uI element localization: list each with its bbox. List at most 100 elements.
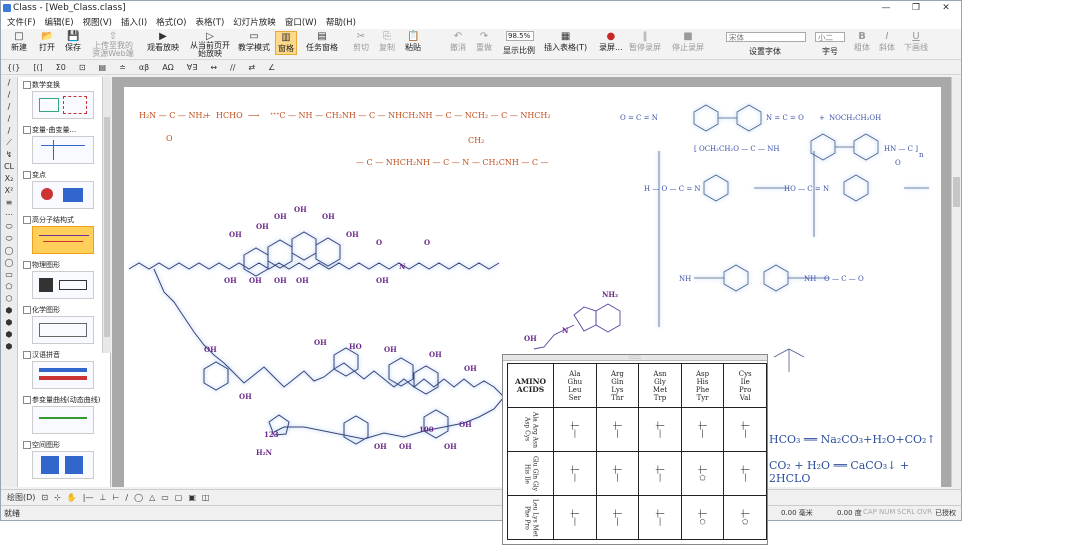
gallery-thumbnail[interactable] xyxy=(32,451,94,479)
menu-format[interactable]: 格式(O) xyxy=(156,16,186,28)
cl-tool-icon[interactable]: CL xyxy=(1,161,17,173)
pane-button[interactable]: ▥ 窗格 xyxy=(275,31,297,55)
angle-tool[interactable]: ∠ xyxy=(268,63,275,72)
slideshow-current-button[interactable]: ▷ 从当前页开始放映 xyxy=(188,31,232,58)
paste-button[interactable]: 📋 粘贴 xyxy=(405,31,421,53)
reaction-arrow-tool[interactable]: ⇄ xyxy=(248,63,255,72)
font-size-select[interactable]: 小二 xyxy=(815,32,845,42)
gallery-thumbnail[interactable] xyxy=(32,406,94,434)
stop-record-button[interactable]: ■ 停止录屏 xyxy=(672,31,704,53)
hexagon-tool-icon[interactable]: ⬢ xyxy=(1,341,17,353)
arrow-tool[interactable]: ↔ xyxy=(210,63,217,72)
teaching-mode-button[interactable]: ▭ 教学模式 xyxy=(238,31,270,53)
maximize-button[interactable]: ❐ xyxy=(901,1,931,15)
insert-table-button[interactable]: ▦ 插入表格(T) xyxy=(544,31,587,53)
gallery-thumbnail[interactable] xyxy=(32,361,94,389)
gallery-thumbnail[interactable] xyxy=(32,226,94,254)
crosshair-tool-icon[interactable]: ⊹ xyxy=(54,493,61,502)
redo-button[interactable]: ↷ 重做 xyxy=(476,31,492,53)
line-tool-icon[interactable]: ∕ xyxy=(125,493,128,502)
matrix-tool[interactable]: ▤ xyxy=(99,63,107,72)
select-tool-icon[interactable]: ⊡ xyxy=(41,493,48,502)
amino-acid-table[interactable]: :::::: AMINO ACIDS Ala Ghu Leu Ser Arg G… xyxy=(502,354,768,545)
draw-menu-button[interactable]: 绘图(D) xyxy=(7,492,35,503)
triangle-tool-icon[interactable]: △ xyxy=(149,493,155,502)
close-button[interactable]: ✕ xyxy=(931,1,961,15)
zigzag-tool-icon[interactable]: ↯ xyxy=(1,149,17,161)
menu-window[interactable]: 窗口(W) xyxy=(285,16,317,28)
gallery-thumbnail[interactable] xyxy=(32,316,94,344)
gallery-category[interactable]: 高分子结构式 xyxy=(18,212,110,257)
menu-view[interactable]: 视图(V) xyxy=(83,16,112,28)
gallery-category[interactable]: 空间图形 xyxy=(18,437,110,482)
gallery-category[interactable]: 化学图形 xyxy=(18,302,110,347)
ruler-tool-icon[interactable]: |— xyxy=(83,493,94,502)
line-tool-icon[interactable]: ∕ xyxy=(1,101,17,113)
square-bracket-tool[interactable]: [(] xyxy=(33,63,42,72)
new-button[interactable]: □ 新建 xyxy=(11,31,27,53)
hand-tool-icon[interactable]: ✋ xyxy=(67,493,77,502)
gallery-scrollbar[interactable] xyxy=(102,77,111,353)
logic-tool[interactable]: ∀∃ xyxy=(187,63,198,72)
gallery-thumbnail[interactable] xyxy=(32,91,94,119)
gallery-thumbnail[interactable] xyxy=(32,271,94,299)
ellipse-tool-icon[interactable]: ⬭ xyxy=(1,221,17,233)
frame-tool-icon[interactable]: ◫ xyxy=(202,493,210,502)
hexagon-tool-icon[interactable]: ⬢ xyxy=(1,329,17,341)
relation-tool[interactable]: ≐ xyxy=(119,63,126,72)
bracket-tool-icon[interactable]: ⊢ xyxy=(112,493,119,502)
menu-edit[interactable]: 编辑(E) xyxy=(45,16,74,28)
menu-slideshow[interactable]: 幻灯片放映 xyxy=(233,16,276,28)
ellipse-tool-icon[interactable]: ⬭ xyxy=(1,233,17,245)
bracket-tool[interactable]: {(} xyxy=(7,63,20,72)
image-tool-icon[interactable]: ▣ xyxy=(188,493,196,502)
gallery-category[interactable]: 变点 xyxy=(18,167,110,212)
undo-button[interactable]: ↶ 撤消 xyxy=(450,31,466,53)
line-tool-icon[interactable]: ∕ xyxy=(1,113,17,125)
menu-table[interactable]: 表格(T) xyxy=(195,16,224,28)
circle-tool-icon[interactable]: ◯ xyxy=(1,245,17,257)
pause-record-button[interactable]: ‖ 暂停录屏 xyxy=(629,31,661,53)
greek-lower-tool[interactable]: αβ xyxy=(139,63,149,72)
sum-tool[interactable]: Σ0 xyxy=(56,63,66,72)
curve-tool-icon[interactable]: ⟋ xyxy=(1,137,17,149)
rect-tool-icon[interactable]: ▭ xyxy=(1,269,17,281)
subscript-tool-icon[interactable]: X₂ xyxy=(1,173,17,185)
pentagon-tool-icon[interactable]: ⬠ xyxy=(1,281,17,293)
upload-button[interactable]: ⇧ 上传至我的资源Web端 xyxy=(91,31,135,58)
gallery-category[interactable]: 汉语拼音 xyxy=(18,347,110,392)
menu-file[interactable]: 文件(F) xyxy=(7,16,36,28)
axis-tool-icon[interactable]: ⊥ xyxy=(99,493,106,502)
circle-tool-icon[interactable]: ◯ xyxy=(1,257,17,269)
dots-tool-icon[interactable]: ⋯ xyxy=(1,209,17,221)
underline-button[interactable]: U 下画线 xyxy=(904,31,928,53)
gallery-category[interactable]: 变量-曲变量... xyxy=(18,122,110,167)
save-button[interactable]: 💾 保存 xyxy=(65,31,81,53)
gallery-thumbnail[interactable] xyxy=(32,136,94,164)
task-pane-button[interactable]: ▤ 任务窗格 xyxy=(306,31,338,53)
scroll-thumb[interactable] xyxy=(104,117,110,337)
equal-tool-icon[interactable]: ≡ xyxy=(1,197,17,209)
gallery-category[interactable]: 物理图形 xyxy=(18,257,110,302)
bold-button[interactable]: B 粗体 xyxy=(854,31,870,53)
scroll-thumb[interactable] xyxy=(953,177,960,207)
gallery-category[interactable]: 数学变换 xyxy=(18,77,110,122)
greek-upper-tool[interactable]: ΑΩ xyxy=(162,63,174,72)
line-tool-icon[interactable]: ∕ xyxy=(1,77,17,89)
cut-button[interactable]: ✂ 剪切 xyxy=(353,31,369,53)
zoom-select[interactable]: 98.5% xyxy=(506,31,534,41)
menu-help[interactable]: 帮助(H) xyxy=(326,16,356,28)
font-family-select[interactable]: 宋体 xyxy=(726,32,806,42)
line-tool-icon[interactable]: ∕ xyxy=(1,89,17,101)
fraction-tool[interactable]: ∕∕ xyxy=(230,63,235,72)
minimize-button[interactable]: — xyxy=(871,1,901,15)
superscript-tool-icon[interactable]: X² xyxy=(1,185,17,197)
gallery-category[interactable]: 参变量曲线(动态曲线) xyxy=(18,392,110,437)
gallery-thumbnail[interactable] xyxy=(32,181,94,209)
slideshow-button[interactable]: ▶ 观看放映 xyxy=(147,31,179,53)
canvas-scrollbar[interactable] xyxy=(951,77,961,487)
box-tool[interactable]: ⊡ xyxy=(79,63,86,72)
open-button[interactable]: 📂 打开 xyxy=(39,31,55,53)
rectangle-tool-icon[interactable]: ▭ xyxy=(161,493,169,502)
hexagon-tool-icon[interactable]: ⬢ xyxy=(1,317,17,329)
